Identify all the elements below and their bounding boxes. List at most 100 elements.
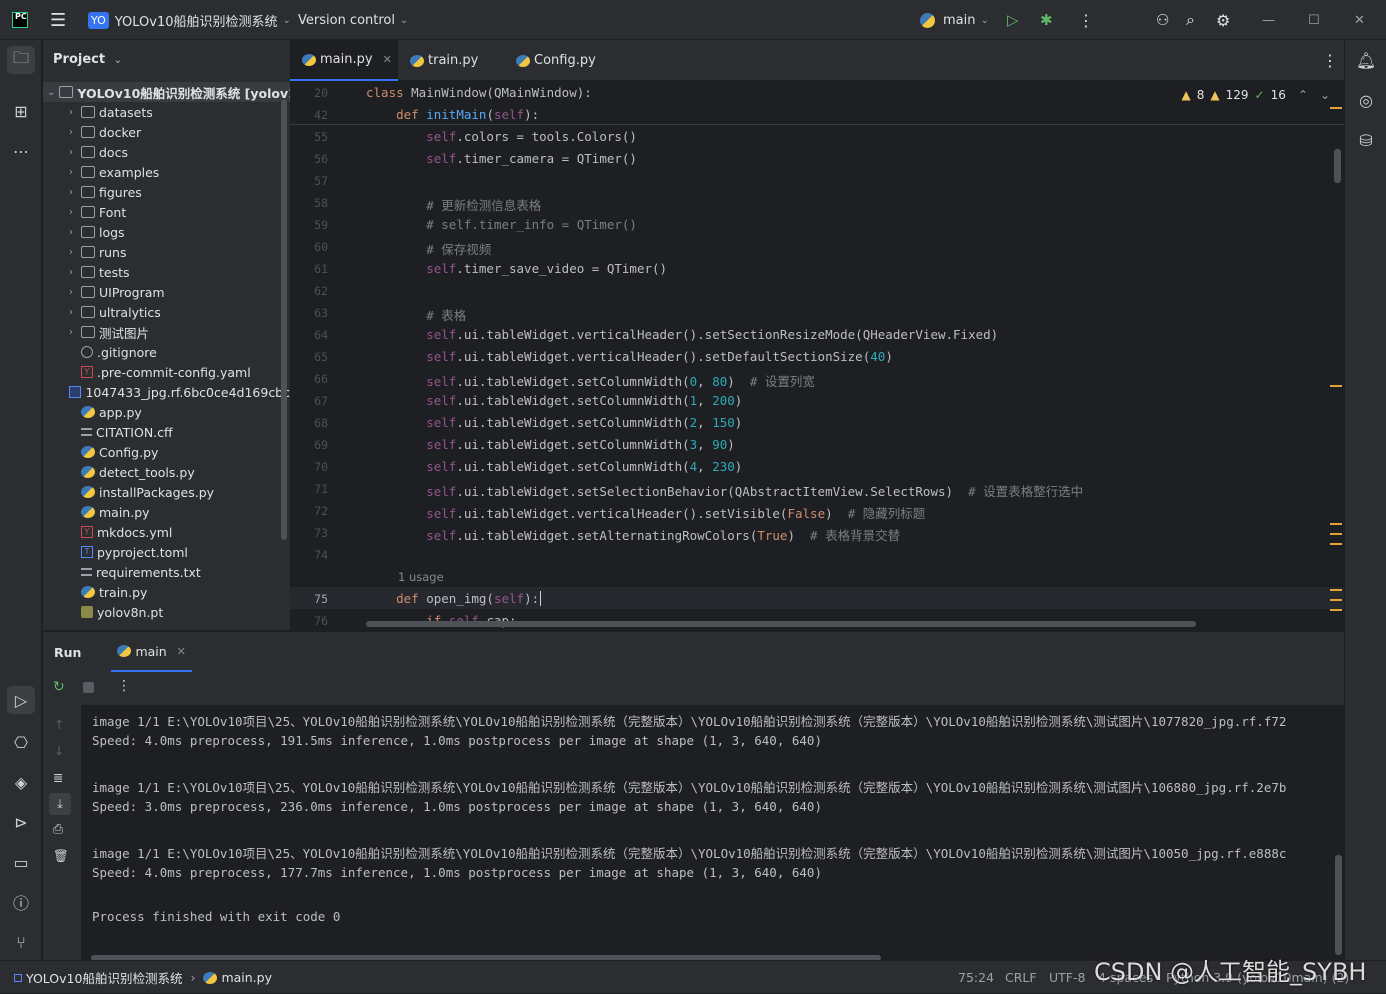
tree-item[interactable]: › examples: [43, 162, 290, 182]
python-console-icon[interactable]: ⎔: [7, 728, 35, 756]
settings-gear-icon[interactable]: ⚙: [1216, 0, 1230, 40]
tab-options-icon[interactable]: ⋮: [1310, 40, 1350, 81]
chevron-right-icon[interactable]: ›: [65, 167, 77, 178]
version-control-menu[interactable]: Version control ⌄: [298, 0, 408, 40]
main-menu-icon[interactable]: ☰: [50, 0, 66, 40]
error-stripe-marker[interactable]: [1330, 589, 1342, 591]
next-highlight-icon[interactable]: ⌄: [1320, 88, 1330, 102]
tree-item[interactable]: app.py: [43, 402, 290, 422]
print-icon[interactable]: ⎙: [53, 821, 63, 837]
tree-item[interactable]: › ultralytics: [43, 302, 290, 322]
chevron-right-icon[interactable]: ›: [65, 147, 77, 158]
tree-item[interactable]: Tpyproject.toml: [43, 542, 290, 562]
project-tool-folder-icon[interactable]: 🗀: [7, 46, 35, 74]
error-stripe-marker[interactable]: [1330, 543, 1342, 545]
console-vertical-scrollbar[interactable]: [1335, 855, 1342, 955]
tree-item[interactable]: requirements.txt: [43, 562, 290, 582]
error-stripe-marker[interactable]: [1330, 385, 1342, 387]
error-stripe-marker[interactable]: [1330, 107, 1342, 109]
close-window-icon[interactable]: ✕: [1354, 0, 1365, 40]
run-config-selector[interactable]: main ⌄: [920, 0, 989, 40]
tree-item[interactable]: main.py: [43, 502, 290, 522]
scroll-to-end-icon[interactable]: ⤓: [49, 793, 71, 815]
services-icon[interactable]: ⊳: [7, 808, 35, 836]
project-scrollbar[interactable]: [281, 100, 287, 540]
scroll-up-icon[interactable]: ↑: [54, 717, 64, 732]
tree-item[interactable]: .gitignore: [43, 342, 290, 362]
problems-icon[interactable]: ⓘ: [7, 888, 35, 916]
tree-item[interactable]: › UIProgram: [43, 282, 290, 302]
chevron-right-icon[interactable]: ›: [65, 267, 77, 278]
chevron-right-icon[interactable]: ›: [65, 227, 77, 238]
clear-trash-icon[interactable]: 🗑︎: [53, 848, 69, 864]
database-icon[interactable]: ⛁: [1352, 126, 1380, 154]
inspection-indicators[interactable]: ▲ 8 ▲ 129 ✓ 16 ⌃ ⌄: [1182, 88, 1330, 102]
chevron-right-icon[interactable]: ›: [65, 127, 77, 138]
breadcrumb[interactable]: YOLOv10船舶识别检测系统 › main.py: [14, 961, 272, 994]
terminal-icon[interactable]: ▭: [7, 848, 35, 876]
tree-item[interactable]: › tests: [43, 262, 290, 282]
error-stripe-marker[interactable]: [1330, 609, 1342, 611]
close-tab-icon[interactable]: ✕: [383, 53, 392, 66]
run-tool-icon[interactable]: ▷: [7, 686, 35, 714]
search-icon[interactable]: ⌕: [1186, 0, 1195, 40]
tree-item[interactable]: › logs: [43, 222, 290, 242]
tab-main-py[interactable]: main.py ✕: [290, 40, 398, 81]
more-actions-icon[interactable]: ⋮: [1078, 0, 1094, 40]
run-more-icon[interactable]: ⋮: [117, 678, 131, 694]
chevron-right-icon[interactable]: ›: [65, 247, 77, 258]
line-separator[interactable]: CRLF: [1005, 961, 1037, 994]
project-panel-header[interactable]: Project ⌄: [53, 52, 122, 67]
caret-position[interactable]: 75:24: [958, 961, 994, 994]
tree-root[interactable]: ⌄ YOLOv10船舶识别检测系统 [yolov10: [43, 82, 290, 102]
tree-item[interactable]: Config.py: [43, 442, 290, 462]
structure-icon[interactable]: ⊞: [7, 97, 35, 125]
notifications-bell-icon[interactable]: 🔔︎: [1352, 46, 1380, 74]
run-console[interactable]: image 1/1 E:\YOLOv10项目\25、YOLOv10船舶识别检测系…: [81, 705, 1344, 961]
minimize-icon[interactable]: —: [1262, 0, 1275, 40]
tree-item[interactable]: › docs: [43, 142, 290, 162]
tree-item[interactable]: › Font: [43, 202, 290, 222]
tree-item[interactable]: 1047433_jpg.rf.6bc0ce4d169cbc: [43, 382, 290, 402]
run-tab-main[interactable]: main ✕: [111, 632, 192, 672]
tree-item[interactable]: CITATION.cff: [43, 422, 290, 442]
stop-icon[interactable]: [83, 682, 94, 693]
soft-wrap-icon[interactable]: ≣: [53, 770, 63, 785]
tree-item[interactable]: › figures: [43, 182, 290, 202]
tree-item[interactable]: train.py: [43, 582, 290, 602]
pycharm-logo-icon[interactable]: PC: [12, 12, 28, 28]
tree-item[interactable]: installPackages.py: [43, 482, 290, 502]
python-packages-icon[interactable]: ◈: [7, 768, 35, 796]
project-switcher[interactable]: YO YOLOv10船舶识别检测系统 ⌄: [88, 0, 291, 40]
chevron-right-icon[interactable]: ›: [65, 107, 77, 118]
tree-item[interactable]: yolov8n.pt: [43, 602, 290, 622]
maximize-icon[interactable]: ☐: [1308, 0, 1320, 40]
editor-horizontal-scrollbar[interactable]: [366, 621, 1196, 627]
chevron-right-icon[interactable]: ›: [65, 187, 77, 198]
error-stripe-marker[interactable]: [1330, 533, 1342, 535]
editor-vertical-scrollbar[interactable]: [1334, 149, 1341, 183]
debug-icon[interactable]: ✱: [1040, 0, 1053, 40]
scroll-down-icon[interactable]: ↓: [54, 743, 64, 758]
close-run-tab-icon[interactable]: ✕: [177, 645, 186, 658]
tree-item[interactable]: › 测试图片: [43, 322, 290, 342]
file-encoding[interactable]: UTF-8: [1049, 961, 1085, 994]
error-stripe-marker[interactable]: [1330, 599, 1342, 601]
tree-item[interactable]: detect_tools.py: [43, 462, 290, 482]
git-branch-icon[interactable]: ⑂: [7, 928, 35, 956]
usage-hint[interactable]: 1 usage: [398, 570, 444, 584]
tab-config-py[interactable]: Config.py: [504, 40, 608, 81]
tree-item[interactable]: › datasets: [43, 102, 290, 122]
error-stripe-marker[interactable]: [1330, 523, 1342, 525]
add-user-icon[interactable]: ⚇: [1156, 0, 1169, 40]
prev-highlight-icon[interactable]: ⌃: [1298, 88, 1308, 102]
tree-item[interactable]: › runs: [43, 242, 290, 262]
run-icon[interactable]: ▷: [1007, 0, 1019, 40]
chevron-right-icon[interactable]: ›: [65, 327, 77, 338]
chevron-right-icon[interactable]: ›: [65, 207, 77, 218]
tree-item[interactable]: › docker: [43, 122, 290, 142]
tab-train-py[interactable]: train.py: [398, 40, 490, 81]
tree-item[interactable]: Y .pre-commit-config.yaml: [43, 362, 290, 382]
tree-item[interactable]: Ymkdocs.yml: [43, 522, 290, 542]
more-tools-icon[interactable]: ⋯: [7, 137, 35, 165]
